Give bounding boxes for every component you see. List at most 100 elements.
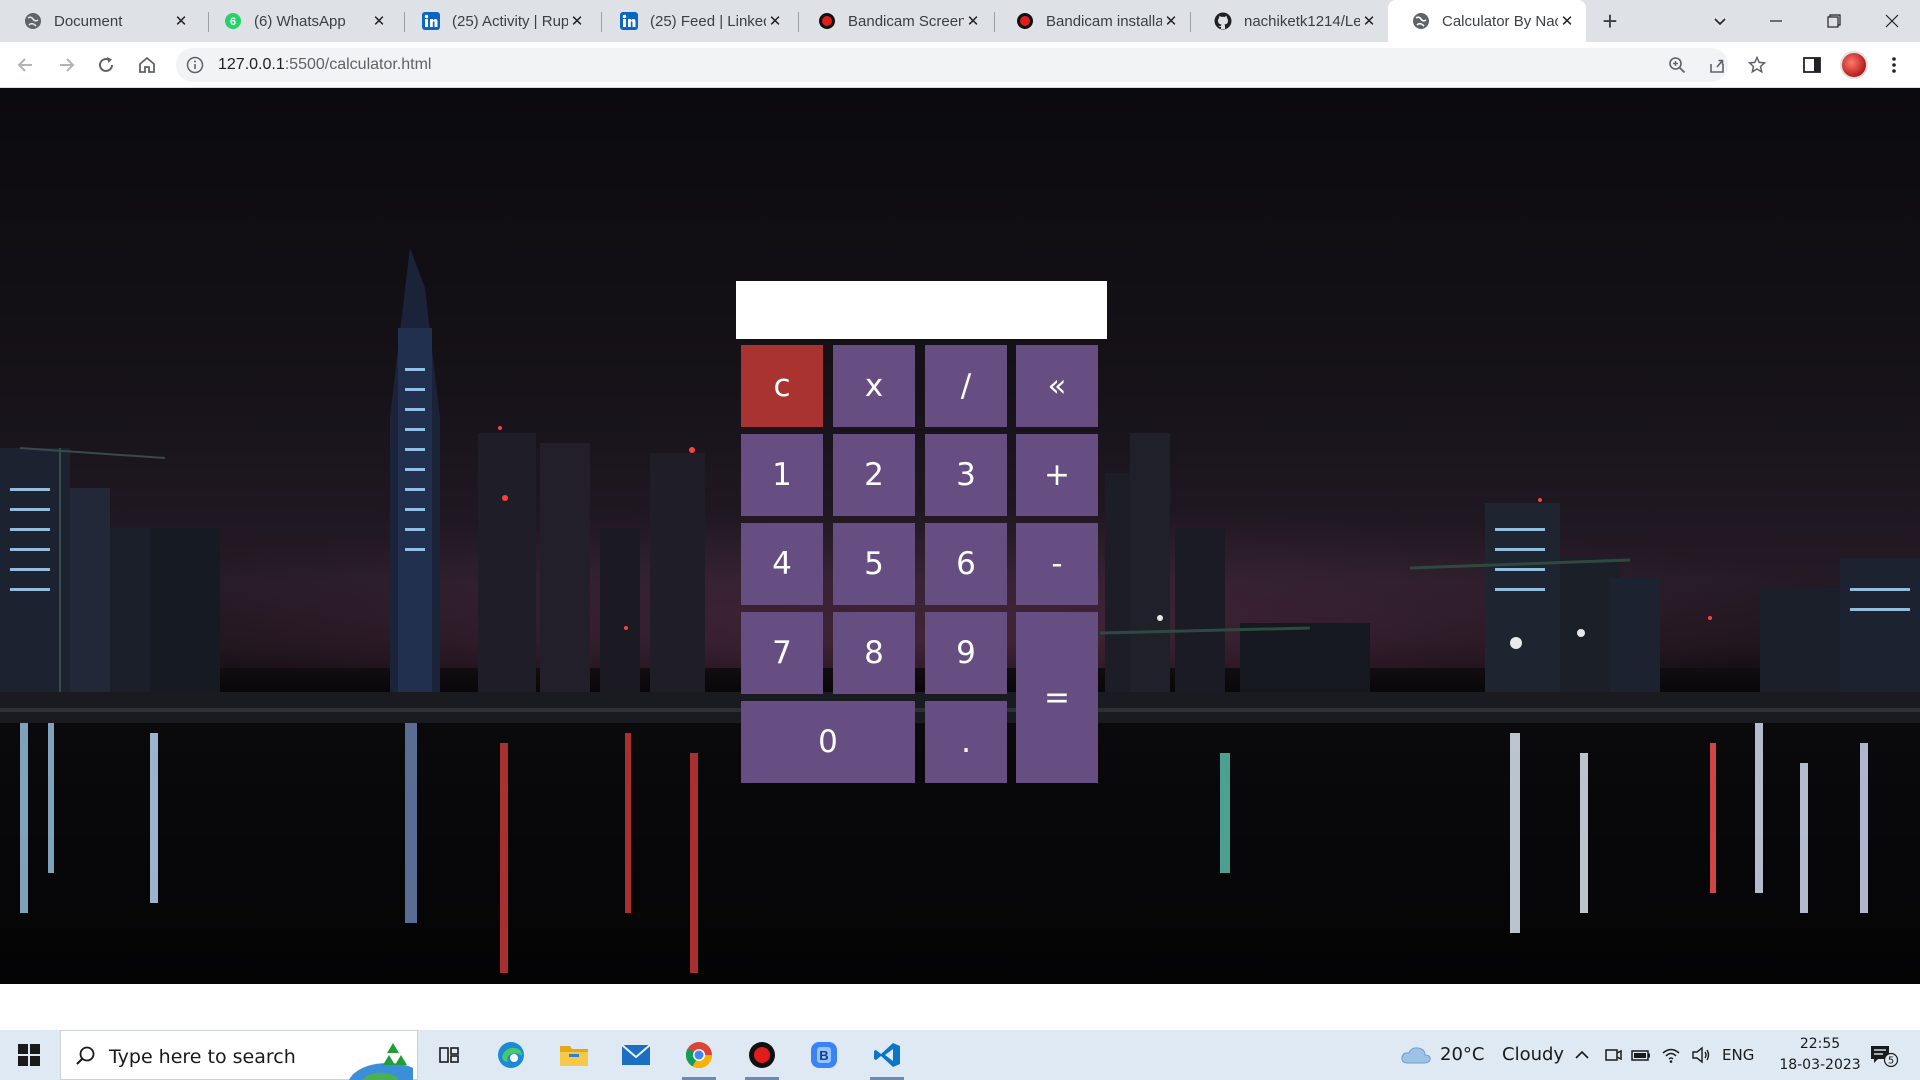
github-icon bbox=[1214, 12, 1232, 30]
back-icon[interactable] bbox=[10, 49, 42, 81]
new-tab-button[interactable]: + bbox=[1596, 6, 1624, 36]
tab-title: Bandicam installa bbox=[1046, 12, 1162, 30]
minimize-icon[interactable] bbox=[1748, 0, 1804, 42]
edge-icon[interactable] bbox=[482, 1030, 540, 1080]
close-tab-icon[interactable]: ✕ bbox=[568, 12, 586, 30]
digit-1-button[interactable]: 1 bbox=[741, 434, 823, 516]
tab-title: Calculator By Nac bbox=[1442, 12, 1558, 30]
svg-text:5: 5 bbox=[1888, 1056, 1894, 1067]
reload-icon[interactable] bbox=[90, 49, 122, 81]
tab-linkedin-feed[interactable]: (25) Feed | Linked ✕ bbox=[596, 0, 794, 42]
tab-linkedin-activity[interactable]: (25) Activity | Rup ✕ bbox=[398, 0, 596, 42]
globe-icon bbox=[1412, 12, 1430, 30]
task-view-icon[interactable] bbox=[420, 1030, 478, 1080]
close-window-icon[interactable] bbox=[1864, 0, 1920, 42]
decimal-button[interactable]: . bbox=[925, 701, 1007, 783]
chrome-icon[interactable] bbox=[670, 1030, 728, 1080]
weather-condition[interactable]: Cloudy bbox=[1502, 1044, 1564, 1065]
close-tab-icon[interactable]: ✕ bbox=[1162, 12, 1180, 30]
kebab-menu-icon[interactable] bbox=[1884, 55, 1904, 75]
tab-search-icon[interactable] bbox=[1692, 0, 1748, 42]
digit-7-button[interactable]: 7 bbox=[741, 612, 823, 694]
tab-title: Document bbox=[54, 12, 123, 30]
equals-button[interactable]: = bbox=[1016, 612, 1098, 783]
divide-button[interactable]: / bbox=[925, 345, 1007, 427]
page-viewport: c x / « 1 2 3 + 4 5 6 - 7 8 9 = 0 . bbox=[0, 88, 1920, 984]
battery-icon[interactable] bbox=[1631, 1045, 1651, 1065]
close-tab-icon[interactable]: ✕ bbox=[766, 12, 784, 30]
side-panel-icon[interactable] bbox=[1802, 55, 1822, 75]
tab-title: (25) Feed | Linked bbox=[650, 12, 766, 30]
tab-bandicam-screen[interactable]: Bandicam Screen ✕ bbox=[794, 0, 992, 42]
digit-6-button[interactable]: 6 bbox=[925, 523, 1007, 605]
minus-button[interactable]: - bbox=[1016, 523, 1098, 605]
tab-title: (6) WhatsApp bbox=[254, 12, 346, 30]
clear-button[interactable]: c bbox=[741, 345, 823, 427]
close-tab-icon[interactable]: ✕ bbox=[1360, 12, 1378, 30]
home-icon[interactable] bbox=[131, 49, 163, 81]
clock-date: 18-03-2023 bbox=[1779, 1057, 1861, 1073]
bandicam-icon[interactable] bbox=[733, 1030, 791, 1080]
language-indicator[interactable]: ENG bbox=[1722, 1046, 1754, 1064]
digit-9-button[interactable]: 9 bbox=[925, 612, 1007, 694]
wifi-icon[interactable] bbox=[1661, 1045, 1681, 1065]
share-icon[interactable] bbox=[1708, 56, 1726, 74]
tab-document[interactable]: Document ✕ bbox=[0, 0, 200, 42]
weather-temp[interactable]: 20°C bbox=[1440, 1044, 1484, 1065]
chevron-up-icon[interactable] bbox=[1572, 1045, 1592, 1065]
multiply-button[interactable]: x bbox=[833, 345, 915, 427]
windows-start-icon[interactable] bbox=[0, 1030, 58, 1080]
notification-center-icon[interactable]: 5 bbox=[1870, 1045, 1900, 1068]
mail-icon[interactable] bbox=[607, 1030, 665, 1080]
digit-0-button[interactable]: 0 bbox=[741, 701, 915, 783]
url-host: 127.0.0.1 bbox=[218, 56, 285, 73]
digit-2-button[interactable]: 2 bbox=[833, 434, 915, 516]
meet-now-icon[interactable] bbox=[1603, 1045, 1623, 1065]
windows-taskbar: Type here to search B 20°C Cloudy ENG 22… bbox=[0, 1030, 1920, 1080]
bandicam-icon bbox=[1016, 12, 1034, 30]
digit-3-button[interactable]: 3 bbox=[925, 434, 1007, 516]
restore-icon[interactable] bbox=[1806, 0, 1862, 42]
profile-avatar[interactable] bbox=[1840, 51, 1868, 79]
clock-time: 22:55 bbox=[1799, 1036, 1841, 1052]
search-highlight-icon bbox=[323, 1033, 427, 1080]
browser-toolbar: 127.0.0.1:5500/calculator.html bbox=[0, 42, 1920, 88]
clock[interactable]: 22:55 18-03-2023 bbox=[1760, 1034, 1880, 1076]
address-bar[interactable]: 127.0.0.1:5500/calculator.html bbox=[176, 48, 1767, 82]
digit-5-button[interactable]: 5 bbox=[833, 523, 915, 605]
zoom-icon[interactable] bbox=[1668, 56, 1686, 74]
calculator-display[interactable] bbox=[736, 281, 1107, 339]
close-tab-icon[interactable]: ✕ bbox=[1558, 12, 1576, 30]
site-info-icon[interactable] bbox=[186, 56, 204, 74]
url-path: :5500/calculator.html bbox=[284, 56, 432, 73]
volume-icon[interactable] bbox=[1691, 1045, 1711, 1065]
tab-title: Bandicam Screen bbox=[848, 12, 964, 30]
tab-whatsapp[interactable]: 6 (6) WhatsApp ✕ bbox=[200, 0, 398, 42]
close-tab-icon[interactable]: ✕ bbox=[370, 12, 388, 30]
linkedin-icon bbox=[422, 12, 440, 30]
tab-calculator[interactable]: Calculator By Nac ✕ bbox=[1388, 0, 1586, 42]
weather-cloud-icon bbox=[1400, 1045, 1432, 1065]
digit-4-button[interactable]: 4 bbox=[741, 523, 823, 605]
tab-title: (25) Activity | Rup bbox=[452, 12, 568, 30]
file-explorer-icon[interactable] bbox=[545, 1030, 603, 1080]
digit-8-button[interactable]: 8 bbox=[833, 612, 915, 694]
backspace-button[interactable]: « bbox=[1016, 345, 1098, 427]
bandicam-app-icon[interactable]: B bbox=[795, 1030, 853, 1080]
taskbar-search-box[interactable]: Type here to search bbox=[60, 1030, 427, 1080]
tab-strip: Document ✕ 6 (6) WhatsApp ✕ (25) Activit… bbox=[0, 0, 1920, 42]
bookmark-star-icon[interactable] bbox=[1747, 55, 1767, 74]
svg-text:B: B bbox=[819, 1048, 828, 1063]
tab-github[interactable]: nachiketk1214/Le ✕ bbox=[1190, 0, 1388, 42]
whatsapp-icon: 6 bbox=[224, 12, 242, 30]
plus-button[interactable]: + bbox=[1016, 434, 1098, 516]
tab-bandicam-install[interactable]: Bandicam installa ✕ bbox=[992, 0, 1190, 42]
close-tab-icon[interactable]: ✕ bbox=[964, 12, 982, 30]
search-placeholder: Type here to search bbox=[109, 1046, 296, 1068]
vscode-icon[interactable] bbox=[858, 1030, 916, 1080]
forward-icon[interactable] bbox=[50, 49, 82, 81]
close-tab-icon[interactable]: ✕ bbox=[172, 12, 190, 30]
tab-title: nachiketk1214/Le bbox=[1244, 12, 1360, 30]
globe-icon bbox=[24, 12, 42, 30]
bandicam-icon bbox=[818, 12, 836, 30]
